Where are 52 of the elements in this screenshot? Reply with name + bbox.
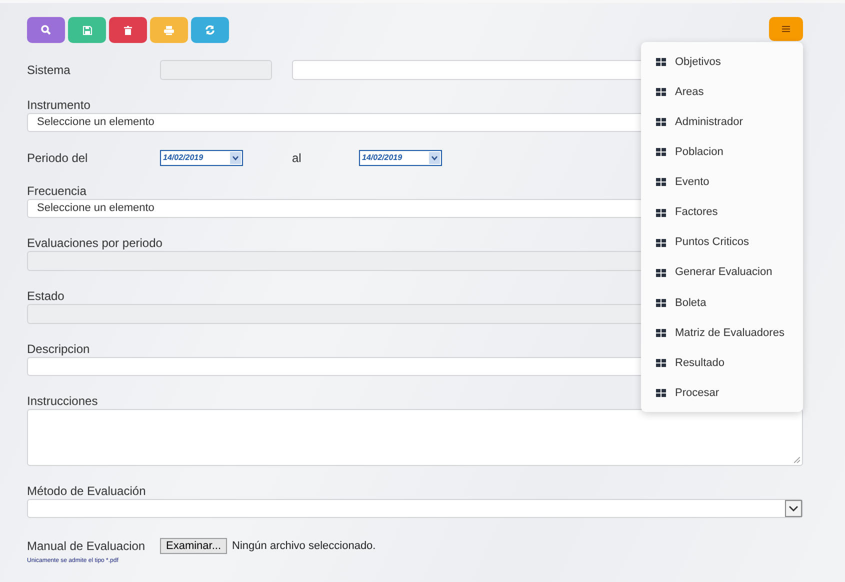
menu-button[interactable] — [769, 17, 803, 41]
printer-icon — [164, 26, 174, 34]
text-area[interactable] — [27, 409, 803, 466]
grid-icon — [656, 148, 666, 156]
print-button[interactable] — [150, 17, 188, 43]
chevron-down-icon — [785, 500, 802, 517]
search-button[interactable] — [27, 17, 65, 43]
menu-item[interactable]: Generar Evaluacion — [641, 258, 803, 288]
grid-icon — [656, 298, 666, 307]
field-label: Periodo del — [27, 150, 89, 167]
save-button[interactable] — [68, 17, 106, 43]
field-label: Estado — [27, 289, 64, 303]
field-label: Instrumento — [27, 98, 90, 112]
grid-icon — [656, 58, 666, 66]
menu-item[interactable]: Matriz de Evaluadores — [641, 318, 803, 348]
menu-item[interactable]: Poblacion — [641, 137, 803, 168]
grid-icon — [656, 88, 666, 96]
field-label: Descripcion — [27, 342, 90, 356]
field-label: Evaluaciones por periodo — [27, 236, 162, 250]
delete-button[interactable] — [109, 17, 147, 43]
menu-item[interactable]: Objetivos — [641, 47, 803, 78]
grid-icon — [656, 389, 666, 398]
grid-icon — [656, 358, 666, 367]
field-label: Manual de Evaluacion — [27, 538, 146, 555]
menu-icon — [782, 26, 790, 32]
file-status: Ningún archivo seleccionado. — [232, 538, 376, 554]
refresh-icon — [205, 25, 215, 35]
trash-icon — [124, 26, 132, 34]
grid-icon — [656, 118, 666, 126]
menu-item[interactable]: Puntos Criticos — [641, 228, 803, 258]
date-field[interactable]: 14/02/2019 — [160, 150, 243, 166]
browse-button[interactable]: Examinar... — [160, 538, 228, 554]
field-label: Sistema — [27, 62, 72, 79]
field-label: Método de Evaluación — [27, 484, 146, 498]
menu-item[interactable]: Areas — [641, 77, 803, 108]
grid-icon — [656, 268, 666, 277]
resize-handle-icon — [794, 457, 800, 463]
grid-icon — [656, 178, 666, 186]
field-label: Frecuencia — [27, 184, 86, 198]
menu-item[interactable]: Procesar — [641, 378, 803, 408]
menu-item[interactable]: Resultado — [641, 348, 803, 378]
search-icon — [41, 25, 51, 35]
menu-item[interactable]: Evento — [641, 167, 803, 198]
menu-item[interactable]: Boleta — [641, 288, 803, 318]
grid-icon — [656, 328, 666, 337]
field-label: Instrucciones — [27, 394, 98, 408]
grid-icon — [656, 208, 666, 217]
refresh-button[interactable] — [191, 17, 229, 43]
date-field[interactable]: 14/02/2019 — [359, 150, 442, 166]
field-label: al — [292, 150, 302, 167]
grid-icon — [656, 238, 666, 247]
select-field[interactable] — [27, 499, 803, 518]
